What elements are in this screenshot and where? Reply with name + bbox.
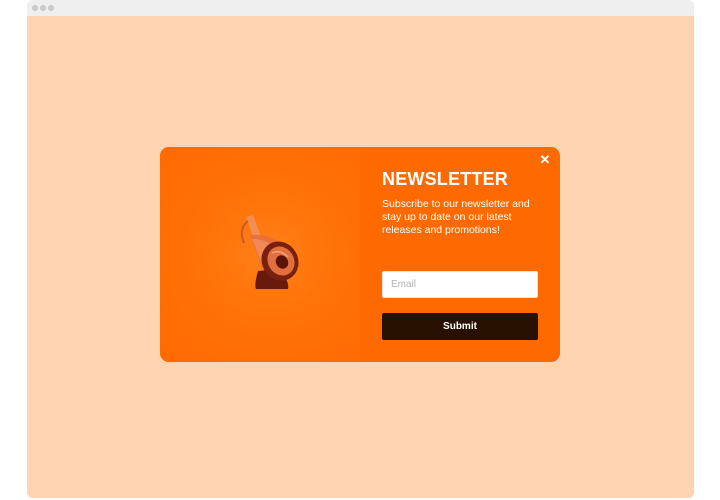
popup-content: NEWSLETTER Subscribe to our newsletter a…	[382, 147, 542, 362]
page-viewport: ✕ NEWSLETTER Subscribe to our newsletter…	[27, 16, 694, 498]
window-dot	[48, 5, 54, 11]
window-dot	[32, 5, 38, 11]
window-dot	[40, 5, 46, 11]
window-titlebar	[27, 0, 694, 16]
email-input[interactable]	[382, 271, 538, 298]
browser-window: ✕ NEWSLETTER Subscribe to our newsletter…	[27, 0, 694, 498]
popup-title: NEWSLETTER	[382, 169, 508, 189]
popup-description: Subscribe to our newsletter and stay up …	[382, 198, 530, 236]
megaphone-icon	[240, 215, 299, 289]
submit-button[interactable]: Submit	[382, 313, 538, 340]
newsletter-popup: ✕ NEWSLETTER Subscribe to our newsletter…	[160, 147, 560, 362]
popup-image	[160, 147, 360, 362]
